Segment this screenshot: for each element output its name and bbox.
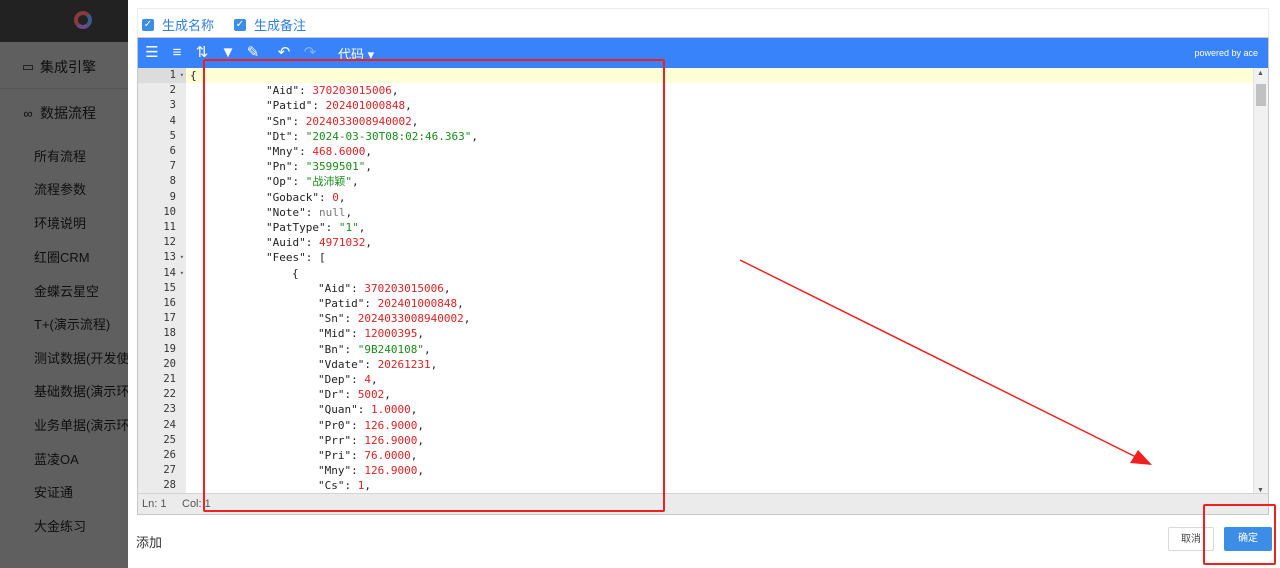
sidebar-item-env-notes[interactable]: 环境说明 [34,213,86,232]
line-number: 9 [169,190,176,203]
compact-icon[interactable]: ≡ [167,43,187,63]
line-number: 27 [163,464,176,477]
line-number: 25 [163,433,176,446]
line-number: 11 [163,221,176,233]
sidebar-item-anzhengtong[interactable]: 安证通 [34,482,73,501]
line-number: 24 [163,418,176,431]
line-number: 19 [163,342,176,355]
fold-toggle-icon[interactable]: ▾ [180,68,184,83]
sidebar-section-data-flow[interactable]: ∞ 数据流程 [20,103,96,123]
annotation-confirm-highlight [1203,504,1276,565]
line-number: 23 [163,403,176,416]
sidebar-item-landray-oa[interactable]: 蓝凌OA [34,449,79,468]
code-token: { [190,69,197,82]
line-number: 4 [169,114,176,127]
line-number: 1 ▾ [138,68,186,83]
sidebar: ▭ 集成引擎 ∞ 数据流程 所有流程 流程参数 环境说明 红圈CRM 金蝶云星空… [0,0,142,568]
sidebar-item-business-docs[interactable]: 业务单据(演示环境 [34,415,142,434]
sidebar-section-integration-engine[interactable]: ▭ 集成引擎 [20,57,96,77]
line-number: 21 [163,373,176,385]
infinity-icon: ∞ [23,105,33,121]
generate-remark-label: 生成备注 [254,18,307,33]
sidebar-divider [0,88,128,89]
line-number: 13 ▾ [163,250,184,265]
sidebar-item-flow-params[interactable]: 流程参数 [34,179,86,198]
sidebar-item-base-data[interactable]: 基础数据(演示环境 [34,381,142,400]
line-number: 2 [169,84,176,97]
sidebar-item-crm[interactable]: 红圈CRM [34,247,90,266]
sidebar-item-all-flows[interactable]: 所有流程 [34,146,86,165]
scroll-up-icon[interactable]: ▲ [1257,70,1264,77]
line-number: 18 [163,327,176,340]
fold-toggle-icon[interactable]: ▾ [180,266,184,281]
sidebar-item-practice[interactable]: 大金练习 [34,516,86,535]
line-number: 16 [163,297,176,309]
line-number: 6 [169,145,176,157]
engine-icon: ▭ [21,59,35,74]
sidebar-header [0,0,128,42]
options-bar: ✓ 生成名称 ✓ 生成备注 [137,8,1269,39]
line-number: 8 [169,175,176,188]
line-number: 26 [163,449,176,461]
fold-toggle-icon[interactable]: ▾ [180,250,184,265]
sidebar-item-test-data[interactable]: 测试数据(开发使用 [34,348,142,367]
line-number: 20 [163,357,176,370]
line-number: 17 [163,312,176,325]
cursor-line: Ln: 1 [142,498,167,510]
sidebar-section-label: 集成引擎 [40,59,96,75]
powered-by-label: powered by ace [1194,48,1258,58]
line-number: 15 [163,281,176,294]
line-number: 10 [163,205,176,218]
line-number: 5 [169,129,176,142]
line-number-gutter: 1 ▾ 2 3 4 5 6 7 8 9 10 11 12 13 ▾ 14 ▾ 15 16 17 18 19 20 21 22 23… [138,68,186,496]
format-icon[interactable]: ☰ [142,43,162,63]
line-number: 28 [163,479,176,492]
code-line: { [190,68,197,83]
app-logo-icon [74,11,92,29]
line-number: 14 ▾ [163,266,184,281]
scrollbar-thumb[interactable] [1256,84,1266,106]
sidebar-item-tplus[interactable]: T+(演示流程) [34,314,110,333]
sidebar-section-label: 数据流程 [40,105,96,121]
annotation-code-highlight [203,59,665,512]
line-number: 3 [169,99,176,112]
checkbox-checked-icon: ✓ [234,18,246,31]
generate-remark-checkbox[interactable]: ✓ 生成备注 [234,15,306,34]
sidebar-item-kingdee[interactable]: 金蝶云星空 [34,281,99,300]
checkbox-checked-icon: ✓ [142,18,154,31]
generate-name-label: 生成名称 [162,18,215,33]
add-link[interactable]: 添加 [136,532,162,551]
vertical-scrollbar[interactable]: ▲ ▼ [1253,68,1268,496]
line-number: 12 [163,236,176,249]
line-number: 22 [163,388,176,401]
generate-name-checkbox[interactable]: ✓ 生成名称 [142,15,214,34]
line-number: 7 [169,160,176,173]
